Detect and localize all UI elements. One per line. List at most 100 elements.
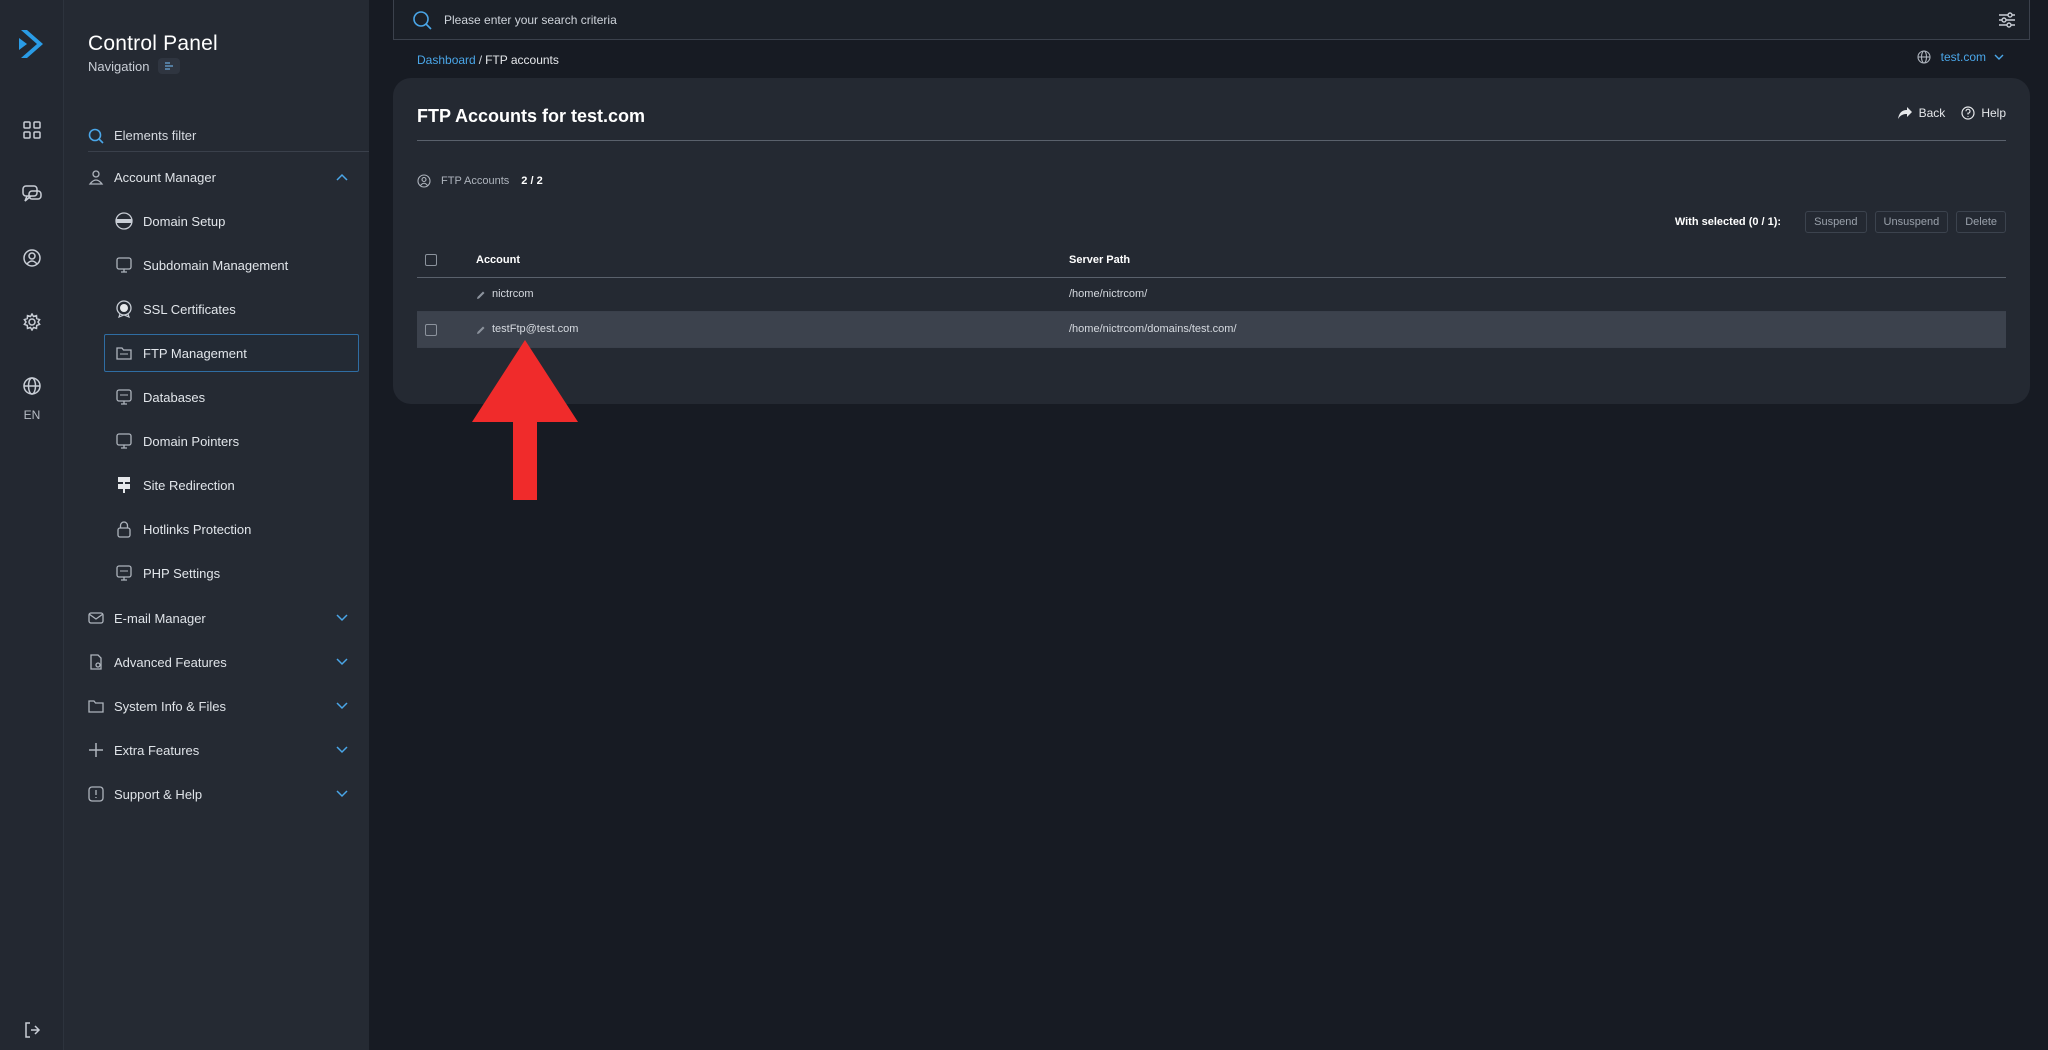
unsuspend-button[interactable]: Unsuspend	[1874, 211, 1949, 233]
bulk-actions: With selected (0 / 1): Suspend Unsuspend…	[1675, 211, 2006, 233]
nav-group-email-manager[interactable]: E-mail Manager	[88, 598, 350, 638]
pencil-icon[interactable]	[476, 325, 486, 335]
logo-icon[interactable]	[16, 28, 48, 60]
chevron-down-icon	[334, 742, 350, 758]
signpost-icon	[115, 476, 133, 494]
breadcrumb-current: FTP accounts	[485, 53, 559, 67]
nav-group-label: Support & Help	[114, 786, 203, 802]
dashboard-icon[interactable]	[16, 114, 48, 146]
sidebar-item-label: Subdomain Management	[143, 257, 289, 273]
chevron-down-icon	[334, 698, 350, 714]
user-icon[interactable]	[16, 242, 48, 274]
chat-icon[interactable]	[16, 178, 48, 210]
www-globe-icon	[115, 212, 133, 230]
row-checkbox[interactable]	[425, 324, 437, 336]
nav-group-label: Advanced Features	[114, 654, 227, 670]
sidebar-item-hotlinks-protection[interactable]: Hotlinks Protection	[104, 510, 359, 548]
ftp-accounts-count: FTP Accounts 2 / 2	[417, 174, 543, 188]
globe-icon[interactable]	[16, 370, 48, 402]
elements-filter[interactable]: Elements filter	[88, 120, 369, 152]
elements-filter-text: Elements filter	[114, 128, 197, 143]
navigation-label: Navigation	[88, 59, 150, 74]
sidebar-item-label: Databases	[143, 389, 206, 405]
domain-selector[interactable]: test.com	[1917, 50, 2004, 64]
nav-group-extra-features[interactable]: Extra Features	[88, 730, 350, 770]
breadcrumb-dashboard-link[interactable]: Dashboard	[417, 53, 476, 67]
nav-group-account-manager[interactable]: Account Manager	[88, 157, 350, 197]
server-path: /home/nictrcom/	[1069, 288, 1148, 300]
share-arrow-icon	[1897, 107, 1912, 119]
lock-icon	[115, 520, 133, 538]
select-all-checkbox[interactable]	[425, 254, 437, 266]
column-header-server-path[interactable]: Server Path	[1069, 254, 1130, 266]
nav-group-label: Extra Features	[114, 742, 200, 758]
filter-sliders-icon[interactable]	[1997, 10, 2017, 30]
alert-square-icon	[88, 786, 104, 802]
chevron-down-icon	[334, 654, 350, 670]
search-icon	[413, 10, 432, 30]
chevron-down-icon	[1994, 54, 2004, 60]
user-circle-icon	[417, 174, 431, 188]
sidebar-item-ftp-management[interactable]: FTP Management	[104, 334, 359, 372]
nav-group-label: Account Manager	[114, 169, 216, 185]
sidebar-item-site-redirection[interactable]: Site Redirection	[104, 466, 359, 504]
column-header-account[interactable]: Account	[476, 254, 520, 266]
help-button[interactable]: Help	[1961, 106, 2006, 120]
table-row[interactable]: nictrcom /home/nictrcom/	[417, 278, 2006, 312]
ssl-badge-icon	[115, 300, 133, 318]
bulk-selection-label: With selected (0 / 1):	[1674, 216, 1782, 228]
chevron-down-icon	[334, 786, 350, 802]
icon-rail: EN	[0, 0, 64, 1050]
domain-selector-value: test.com	[1940, 50, 1986, 64]
settings-icon[interactable]	[16, 306, 48, 338]
title-divider	[417, 140, 2006, 141]
back-button-label: Back	[1918, 106, 1946, 120]
server-path: /home/nictrcom/domains/test.com/	[1069, 323, 1237, 335]
account-name[interactable]: testFtp@test.com	[492, 323, 578, 335]
sidebar-item-databases[interactable]: Databases	[104, 378, 359, 416]
sidebar-item-label: Domain Setup	[143, 213, 226, 229]
sidebar-item-label: Hotlinks Protection	[143, 521, 252, 537]
count-label: FTP Accounts	[441, 175, 510, 187]
sidebar-item-label: Domain Pointers	[143, 433, 240, 449]
nav-group-system-info-files[interactable]: System Info & Files	[88, 686, 350, 726]
ftp-folder-icon	[115, 344, 133, 362]
sidebar-item-label: Site Redirection	[143, 477, 235, 493]
page-title: FTP Accounts for test.com	[417, 106, 646, 126]
back-button[interactable]: Back	[1897, 106, 1946, 120]
table-row[interactable]: testFtp@test.com /home/nictrcom/domains/…	[417, 312, 2006, 348]
annotation-arrow-icon	[472, 340, 578, 500]
php-monitor-icon	[115, 564, 133, 582]
suspend-button[interactable]: Suspend	[1805, 211, 1867, 233]
search-input[interactable]: Please enter your search criteria	[444, 13, 1997, 27]
app-root: EN Control Panel Navigation Elements fil…	[0, 0, 2048, 1050]
nav-group-label: E-mail Manager	[114, 610, 206, 626]
nav-group-support-help[interactable]: Support & Help	[88, 774, 350, 814]
sidebar-item-domain-pointers[interactable]: Domain Pointers	[104, 422, 359, 460]
language-label[interactable]: EN	[0, 408, 64, 422]
table-header: Account Server Path	[417, 242, 2006, 278]
ftp-accounts-card: FTP Accounts for test.com Back Help FTP …	[393, 78, 2030, 404]
sidebar-item-php-settings[interactable]: PHP Settings	[104, 554, 359, 592]
account-name[interactable]: nictrcom	[492, 288, 534, 300]
sidebar-item-subdomain-management[interactable]: Subdomain Management	[104, 246, 359, 284]
global-search-bar[interactable]: Please enter your search criteria	[393, 0, 2030, 40]
ftp-accounts-table: Account Server Path nictrcom /home/nictr…	[417, 242, 2006, 348]
sidebar-item-domain-setup[interactable]: Domain Setup	[104, 202, 359, 240]
help-button-label: Help	[1981, 106, 2006, 120]
help-circle-icon	[1961, 106, 1975, 120]
logout-icon[interactable]	[16, 1014, 48, 1046]
navigation-toggle-icon[interactable]	[158, 58, 180, 74]
nav-group-advanced-features[interactable]: Advanced Features	[88, 642, 350, 682]
monitor-icon	[115, 256, 133, 274]
sidebar-item-ssl-certificates[interactable]: SSL Certificates	[104, 290, 359, 328]
sidebar-item-label: PHP Settings	[143, 565, 221, 581]
database-monitor-icon	[115, 388, 133, 406]
folder-icon	[88, 700, 104, 713]
sidebar: Control Panel Navigation Elements filter…	[64, 0, 369, 1050]
chevron-up-icon	[334, 169, 350, 185]
pencil-icon[interactable]	[476, 290, 486, 300]
delete-button[interactable]: Delete	[1956, 211, 2006, 233]
envelope-icon	[88, 612, 104, 624]
chevron-down-icon	[334, 610, 350, 626]
